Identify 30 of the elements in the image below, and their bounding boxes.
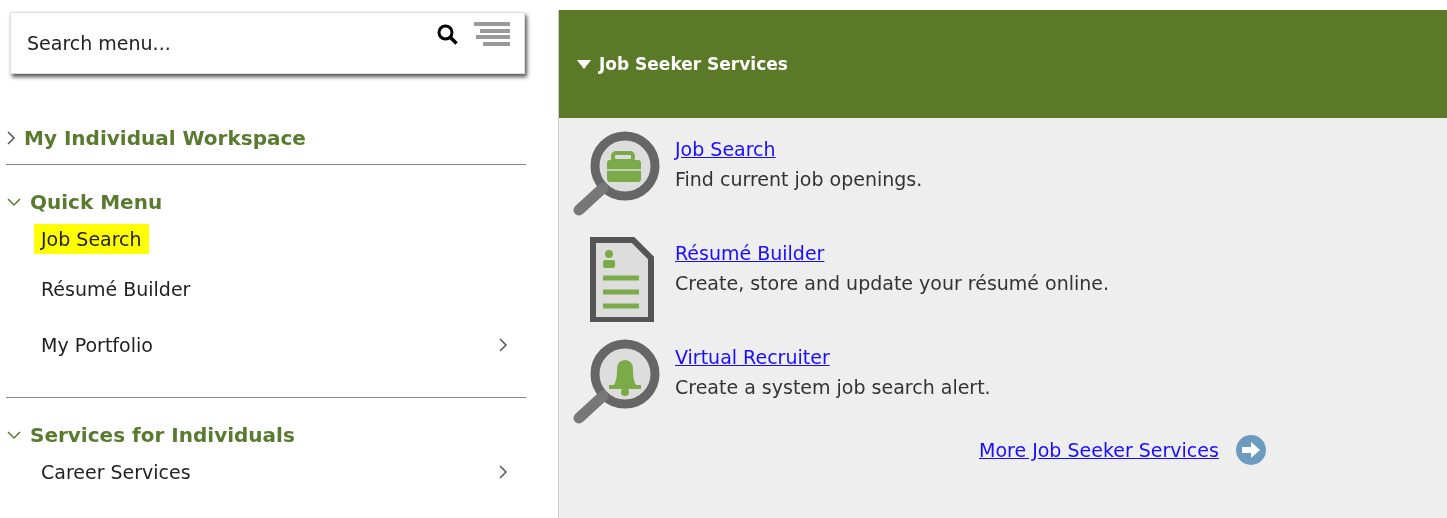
search-field[interactable]: Search menu...: [10, 12, 525, 74]
service-description: Create a system job search alert.: [675, 376, 991, 398]
section-title[interactable]: My Individual Workspace: [24, 126, 306, 150]
search-input[interactable]: Search menu...: [25, 31, 436, 55]
menu-item[interactable]: Career Services: [34, 457, 198, 487]
chevron-right-icon[interactable]: [498, 464, 508, 480]
chevron-down-icon: [6, 430, 22, 440]
service-link[interactable]: Résumé Builder: [675, 242, 825, 264]
section-header[interactable]: Services for Individuals: [6, 420, 526, 450]
panel-header[interactable]: Job Seeker Services: [559, 10, 1447, 118]
caret-down-icon: [577, 59, 591, 69]
chevron-right-icon[interactable]: [498, 337, 508, 353]
panel-title: Job Seeker Services: [599, 54, 788, 74]
chevron-down-icon: [6, 197, 22, 207]
service-description: Create, store and update your résumé online.: [675, 272, 1110, 294]
section-title[interactable]: Quick Menu: [30, 190, 163, 214]
service-link[interactable]: Job Search: [675, 138, 776, 160]
service-description: Find current job openings.: [675, 168, 923, 190]
menu-icon[interactable]: [474, 21, 510, 49]
arrow-right-circle-icon[interactable]: [1234, 434, 1267, 466]
menu-item[interactable]: My Portfolio: [34, 330, 160, 360]
search-icon[interactable]: [436, 23, 460, 47]
chevron-right-icon: [6, 130, 16, 146]
section-title[interactable]: Services for Individuals: [30, 423, 295, 447]
service-link[interactable]: Virtual Recruiter: [675, 346, 830, 368]
menu-item[interactable]: Résumé Builder: [34, 274, 198, 304]
section-header[interactable]: My Individual Workspace: [6, 118, 526, 158]
more-services-link[interactable]: More Job Seeker Services: [979, 439, 1219, 461]
menu-item[interactable]: Job Search: [34, 224, 149, 254]
section-header[interactable]: Quick Menu: [6, 187, 526, 217]
